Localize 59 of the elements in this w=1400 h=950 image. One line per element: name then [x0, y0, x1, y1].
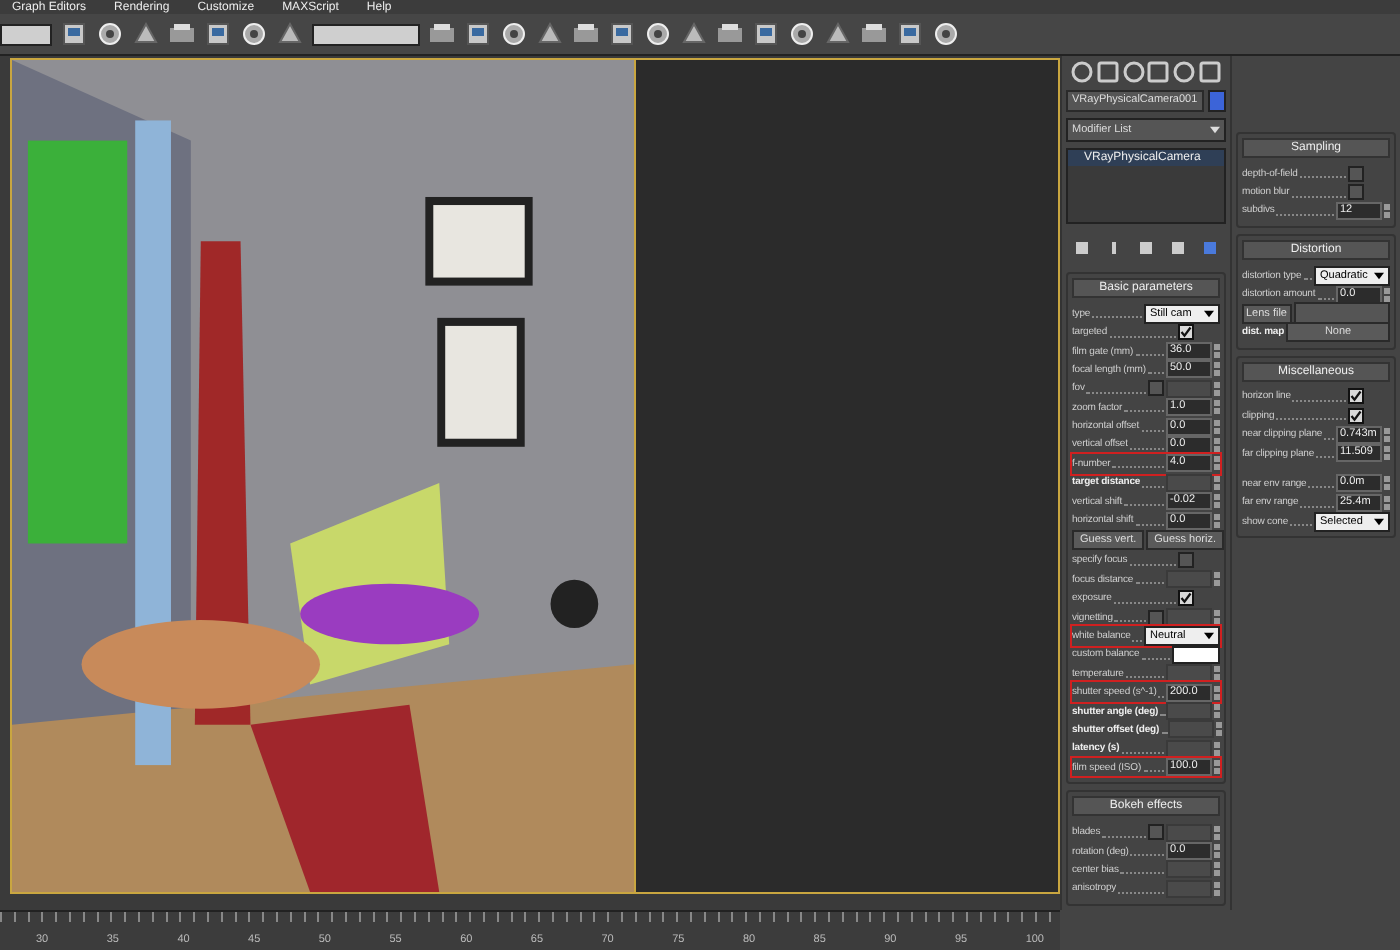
dropdown-arrow-icon[interactable] [1374, 271, 1384, 280]
checkbox[interactable] [1178, 590, 1194, 607]
spinner-field[interactable] [1166, 860, 1212, 879]
checkbox[interactable] [1348, 388, 1364, 405]
dropdown[interactable] [0, 23, 52, 45]
toolbar-icon[interactable] [680, 20, 708, 48]
spinner-field[interactable] [1166, 379, 1212, 398]
dropdown-arrow-icon[interactable] [1204, 632, 1214, 641]
checkbox[interactable] [1348, 407, 1364, 424]
checkbox[interactable] [1148, 609, 1164, 626]
checkbox[interactable] [1178, 324, 1194, 341]
checkmark-icon [1180, 592, 1192, 605]
checkbox[interactable] [1348, 165, 1364, 182]
toolbar-icon[interactable] [60, 20, 88, 48]
toolbar-icon[interactable] [896, 20, 924, 48]
spinner-field[interactable] [1166, 473, 1212, 492]
selection-set-dropdown[interactable] [312, 23, 420, 45]
checkbox[interactable] [1178, 552, 1194, 569]
spinner-arrows-icon[interactable] [1214, 572, 1220, 587]
toolbar-icon[interactable] [132, 20, 160, 48]
toolbar-icon[interactable] [428, 20, 456, 48]
toolbar-icon[interactable] [168, 20, 196, 48]
spinner-field[interactable] [1166, 739, 1212, 758]
spinner-field[interactable] [1166, 879, 1212, 898]
stack-tool-icon[interactable] [1072, 238, 1092, 259]
checkbox[interactable] [1148, 380, 1164, 397]
toolbar-icon[interactable] [276, 20, 304, 48]
toolbar-icon[interactable] [824, 20, 852, 48]
spinner-arrows-icon[interactable] [1384, 203, 1390, 218]
checkbox[interactable] [1348, 184, 1364, 201]
panel-tab-icon[interactable] [1146, 60, 1171, 84]
toolbar-icon[interactable] [464, 20, 492, 48]
viewport[interactable] [0, 56, 1060, 910]
toolbar-icon[interactable] [860, 20, 888, 48]
spinner-field[interactable] [1166, 823, 1212, 842]
input-field[interactable] [1293, 302, 1390, 325]
spinner-arrows-icon[interactable] [1214, 610, 1220, 625]
checkbox[interactable] [1148, 824, 1164, 841]
spinner-field[interactable] [1166, 570, 1212, 589]
spinner-field[interactable] [1166, 702, 1213, 721]
stack-tool-icon[interactable] [1168, 238, 1188, 259]
toolbar-icon[interactable] [608, 20, 636, 48]
dropdown-arrow-icon[interactable] [1374, 517, 1384, 526]
toolbar-icon[interactable] [536, 20, 564, 48]
stack-tool-icon[interactable] [1136, 238, 1156, 259]
color-swatch[interactable] [1208, 90, 1226, 112]
panel-tab-icon[interactable] [1121, 60, 1146, 84]
panel-tab-icon[interactable] [1197, 60, 1222, 84]
panel-tab-icon[interactable] [1172, 60, 1197, 84]
panel-tab-icon[interactable] [1095, 60, 1120, 84]
panel-tab-icon[interactable] [1070, 60, 1094, 84]
spinner-arrows-icon[interactable] [1384, 287, 1390, 302]
toolbar-icon[interactable] [716, 20, 744, 48]
toolbar-icon[interactable] [572, 20, 600, 48]
toolbar-icon[interactable] [204, 20, 232, 48]
dropdown-arrow-icon[interactable] [1204, 309, 1214, 318]
spinner-field[interactable] [1167, 720, 1214, 739]
checkmark-icon [1180, 326, 1192, 339]
toolbar-icon[interactable] [752, 20, 780, 48]
